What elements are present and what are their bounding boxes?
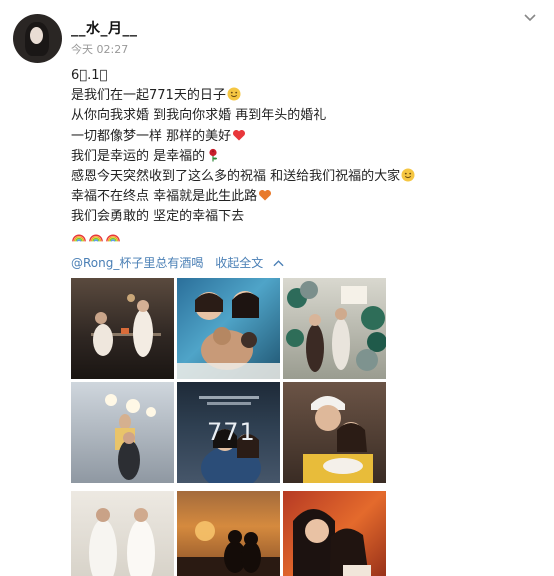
post-content: 6⃣.1⃣ 是我们在一起771天的日子 从你向我求婚 到我向你求婚 再到年头的婚… <box>71 66 541 244</box>
post-line: 我们是幸运的 是幸福的 <box>71 147 541 167</box>
photo-tile[interactable] <box>177 278 280 379</box>
photo-tile[interactable] <box>71 382 174 483</box>
avatar-face <box>30 27 43 44</box>
post-line: 从你向我求婚 到我向你求婚 再到年头的婚礼 <box>71 108 327 124</box>
post-timestamp: 今天 02:27 <box>71 43 129 56</box>
photo-tile[interactable] <box>283 491 386 576</box>
rainbow-row <box>71 230 541 244</box>
photo-grid: 771 <box>71 278 387 576</box>
mention-link[interactable]: @Rong_杯子里总有酒喝 <box>71 256 203 270</box>
post-line: 幸福不在终点 幸福就是此生此路 <box>71 187 541 207</box>
post-line: 我们会勇敢的 坚定的幸福下去 <box>71 209 245 225</box>
rainbow-icon <box>72 230 86 244</box>
rose-icon <box>206 148 220 162</box>
post-line: 感恩今天突然收到了这么多的祝福 和送给我们祝福的大家 <box>71 167 541 187</box>
chevron-down-icon[interactable] <box>522 10 538 26</box>
post-line: 一切都像梦一样 那样的美好 <box>71 127 541 147</box>
smile-emoji-icon <box>227 87 241 101</box>
photo-tile[interactable]: 771 <box>177 382 280 483</box>
username[interactable]: __水_月__ <box>71 18 138 38</box>
collapse-button[interactable]: 收起全文 <box>215 256 263 270</box>
orange-heart-icon <box>258 188 272 202</box>
photo-tile[interactable] <box>71 491 174 576</box>
chevron-up-icon[interactable] <box>273 256 284 270</box>
red-heart-icon <box>232 128 246 142</box>
post-line-date: 6⃣.1⃣ <box>71 68 108 83</box>
rainbow-icon <box>89 230 103 244</box>
avatar[interactable] <box>13 14 62 63</box>
photo-tile[interactable] <box>283 382 386 483</box>
photo-tile[interactable] <box>283 278 386 379</box>
post-line: 是我们在一起771天的日子 <box>71 86 541 106</box>
mention-row: @Rong_杯子里总有酒喝 收起全文 <box>71 254 284 271</box>
photo-overlay-number: 771 <box>207 418 256 446</box>
rainbow-icon <box>106 230 120 244</box>
smile-emoji-icon <box>401 168 415 182</box>
photo-tile[interactable] <box>71 278 174 379</box>
photo-tile[interactable] <box>177 491 280 576</box>
